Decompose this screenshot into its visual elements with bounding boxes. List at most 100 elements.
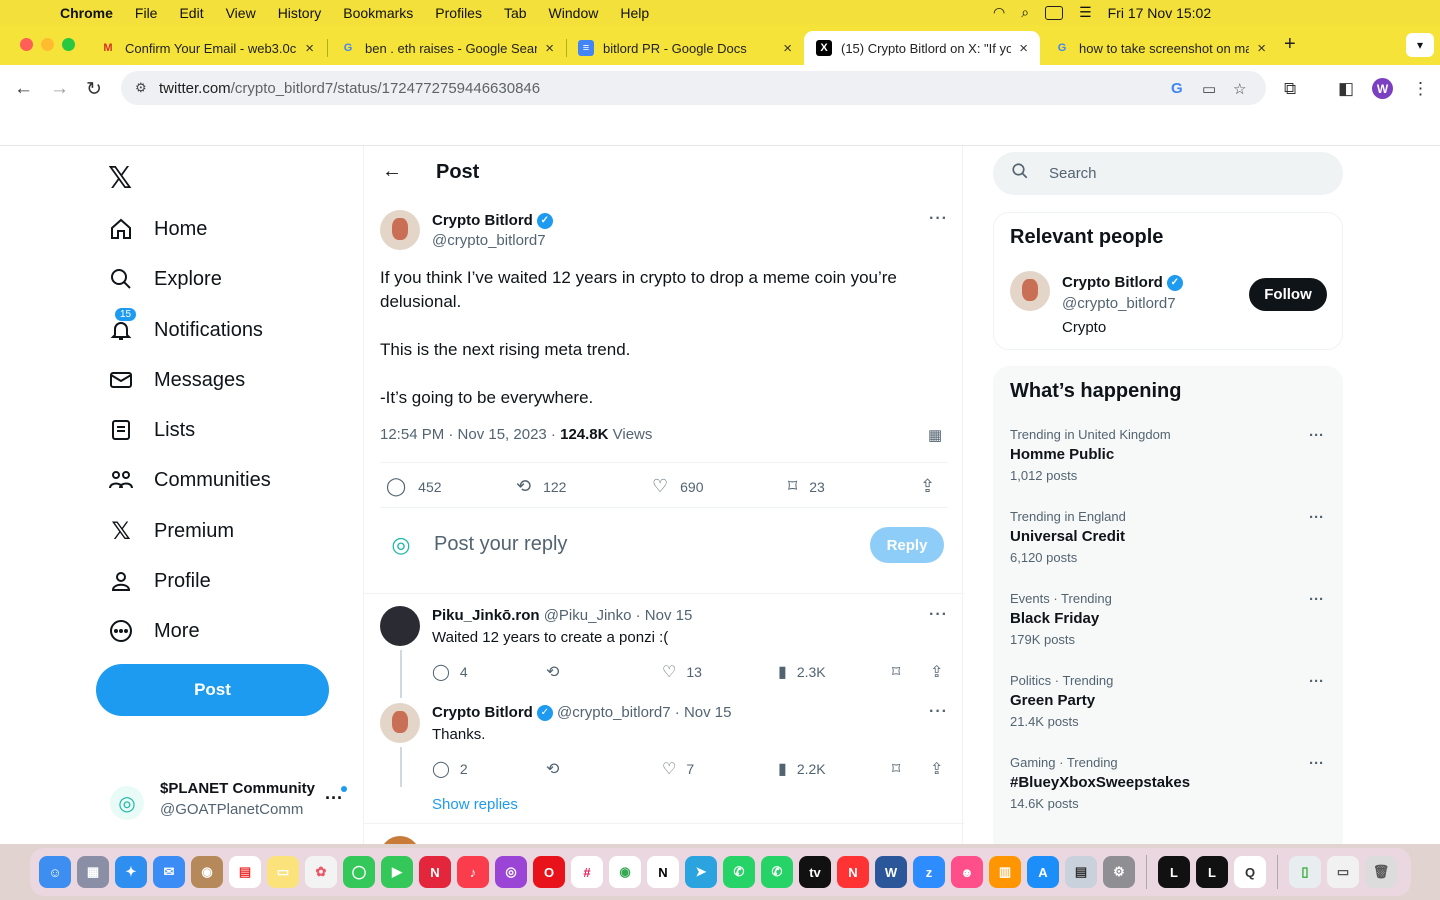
reply-bookmark-action[interactable]: ⌑: [892, 759, 910, 779]
address-bar[interactable]: ⚙ twitter.com/crypto_bitlord7/status/172…: [121, 71, 1266, 105]
reply-repost-action[interactable]: ⟲: [546, 662, 569, 682]
menu-file[interactable]: File: [135, 5, 158, 21]
screenshot-app-icon-2[interactable]: L: [1196, 856, 1228, 888]
forward-arrow-icon[interactable]: →: [50, 78, 69, 100]
news-app-icon[interactable]: N: [419, 856, 451, 888]
menu-bookmarks[interactable]: Bookmarks: [343, 5, 413, 21]
close-tab-icon[interactable]: ×: [545, 40, 554, 57]
messages-icon[interactable]: ◯: [343, 856, 375, 888]
reply-reply-action[interactable]: ◯ 4: [432, 662, 468, 682]
bookmark-action[interactable]: ⌑ 23: [788, 476, 825, 497]
repost-action[interactable]: ⟲ 122: [516, 476, 566, 497]
account-switcher[interactable]: ◎ $PLANET Community @GOATPlanetComm ···: [110, 778, 350, 828]
minimize-window-button[interactable]: [41, 38, 54, 51]
menu-tab[interactable]: Tab: [504, 5, 527, 21]
trash-icon[interactable]: 🗑: [1365, 856, 1397, 888]
reply-handle[interactable]: @crypto_bitlord7 · Nov 15: [557, 704, 731, 721]
control-center-icon[interactable]: ☰: [1079, 4, 1092, 21]
trend-item[interactable]: Events · Trending Black Friday 179K post…: [1010, 591, 1330, 647]
tab-screenshot-search[interactable]: G how to take screenshot on ma ×: [1042, 31, 1278, 65]
trend-item[interactable]: Politics · Trending Green Party 21.4K po…: [1010, 673, 1330, 729]
podcasts-icon[interactable]: ◎: [495, 856, 527, 888]
notes-icon[interactable]: ▭: [267, 856, 299, 888]
reply-author-name[interactable]: Piku_Jinkō.ron: [432, 607, 540, 624]
menu-view[interactable]: View: [226, 5, 256, 21]
reply-share-action[interactable]: ⇪: [930, 662, 953, 682]
calendar-icon[interactable]: ▤: [229, 856, 261, 888]
trend-more-dots-icon[interactable]: ···: [1309, 673, 1324, 690]
reload-icon[interactable]: ↻: [86, 78, 102, 101]
reply-bookmark-action[interactable]: ⌑: [892, 662, 910, 682]
safari-icon[interactable]: ✦: [115, 856, 147, 888]
back-arrow-icon[interactable]: ←: [382, 160, 402, 183]
reply-avatar[interactable]: [380, 606, 420, 646]
x-logo-icon[interactable]: 𝕏: [108, 161, 132, 196]
menu-edit[interactable]: Edit: [179, 5, 203, 21]
close-tab-icon[interactable]: ×: [783, 40, 792, 57]
photos-icon[interactable]: ✿: [305, 856, 337, 888]
contacts-icon[interactable]: ◉: [191, 856, 223, 888]
reply-action[interactable]: ◯ 452: [386, 476, 442, 497]
tab-google-docs[interactable]: ≡ bitlord PR - Google Docs ×: [566, 31, 804, 65]
new-tab-button[interactable]: +: [1284, 33, 1296, 56]
relevant-name[interactable]: Crypto Bitlord ✓: [1062, 274, 1183, 291]
apple-tv-icon[interactable]: tv: [799, 856, 831, 888]
battery-icon[interactable]: [1045, 5, 1064, 20]
site-settings-icon[interactable]: ⚙: [135, 80, 151, 96]
close-tab-icon[interactable]: ×: [1257, 40, 1266, 57]
chrome-profile-avatar[interactable]: W: [1372, 78, 1393, 99]
menubar-clock[interactable]: Fri 17 Nov 15:02: [1108, 5, 1212, 21]
reply-share-action[interactable]: ⇪: [930, 759, 953, 779]
system-settings-icon[interactable]: ⚙: [1103, 856, 1135, 888]
author-handle[interactable]: @crypto_bitlord7: [432, 232, 546, 249]
finder-icon[interactable]: ☺: [39, 856, 71, 888]
nav-explore[interactable]: Explore: [108, 266, 222, 292]
tab-x-post[interactable]: X (15) Crypto Bitlord on X: "If yo ×: [804, 31, 1040, 65]
facetime-icon[interactable]: ▶: [381, 856, 413, 888]
trend-item[interactable]: Trending in England Universal Credit 6,1…: [1010, 509, 1330, 565]
close-tab-icon[interactable]: ×: [1019, 40, 1028, 57]
trend-item[interactable]: Trending in United Kingdom Homme Public …: [1010, 427, 1330, 483]
reply-more-dots-icon[interactable]: ···: [929, 703, 948, 721]
nav-profile[interactable]: Profile: [108, 568, 211, 594]
share-action[interactable]: ⇪: [920, 476, 947, 497]
nav-more[interactable]: More: [108, 618, 200, 644]
documents-folder-icon[interactable]: ▯: [1289, 856, 1321, 888]
word-icon[interactable]: W: [875, 856, 907, 888]
launchpad-icon[interactable]: ▦: [77, 856, 109, 888]
nav-messages[interactable]: Messages: [108, 367, 245, 393]
nav-home[interactable]: Home: [108, 216, 207, 242]
reply-item[interactable]: Crypto Bitlord ✓ @crypto_bitlord7 · Nov 1…: [364, 691, 964, 791]
slack-icon[interactable]: #: [571, 856, 603, 888]
menu-window[interactable]: Window: [549, 5, 599, 21]
tab-gmail[interactable]: M Confirm Your Email - web3.0c ×: [88, 31, 326, 65]
author-avatar[interactable]: [380, 210, 420, 250]
trend-more-dots-icon[interactable]: ···: [1309, 591, 1324, 608]
relevant-avatar[interactable]: [1010, 271, 1050, 311]
zoom-icon[interactable]: z: [913, 856, 945, 888]
reply-repost-action[interactable]: ⟲: [546, 759, 569, 779]
follow-button[interactable]: Follow: [1249, 278, 1327, 311]
bookmark-star-icon[interactable]: ☆: [1233, 80, 1246, 98]
reply-views[interactable]: ▮ 2.3K: [778, 662, 826, 682]
reply-button[interactable]: Reply: [870, 527, 944, 563]
google-lens-icon[interactable]: G: [1171, 80, 1183, 97]
nav-communities[interactable]: Communities: [108, 467, 271, 493]
nav-premium[interactable]: 𝕏 Premium: [108, 517, 234, 545]
reply-handle[interactable]: @Piku_Jinko · Nov 15: [544, 607, 693, 624]
opera-icon[interactable]: O: [533, 856, 565, 888]
reply-item[interactable]: Piku_Jinkō.ron @Piku_Jinko · Nov 15 ··· …: [364, 594, 964, 698]
search-spotlight-icon[interactable]: ⌕: [1021, 4, 1029, 21]
preview-icon[interactable]: ▤: [1065, 856, 1097, 888]
downloads-stack-icon[interactable]: ▭: [1327, 856, 1359, 888]
mail-icon[interactable]: ✉: [153, 856, 185, 888]
reply-author-name[interactable]: Crypto Bitlord: [432, 704, 533, 721]
analytics-icon[interactable]: ▦: [928, 426, 942, 444]
reply-avatar[interactable]: [380, 703, 420, 743]
extensions-puzzle-icon[interactable]: ⧉: [1284, 79, 1296, 99]
music-icon[interactable]: ♪: [457, 856, 489, 888]
trend-item[interactable]: Gaming · Trending #BlueyXboxSweepstakes …: [1010, 755, 1330, 811]
chrome-icon[interactable]: ◉: [609, 856, 641, 888]
trend-more-dots-icon[interactable]: ···: [1309, 509, 1324, 526]
nav-lists[interactable]: Lists: [108, 417, 195, 443]
